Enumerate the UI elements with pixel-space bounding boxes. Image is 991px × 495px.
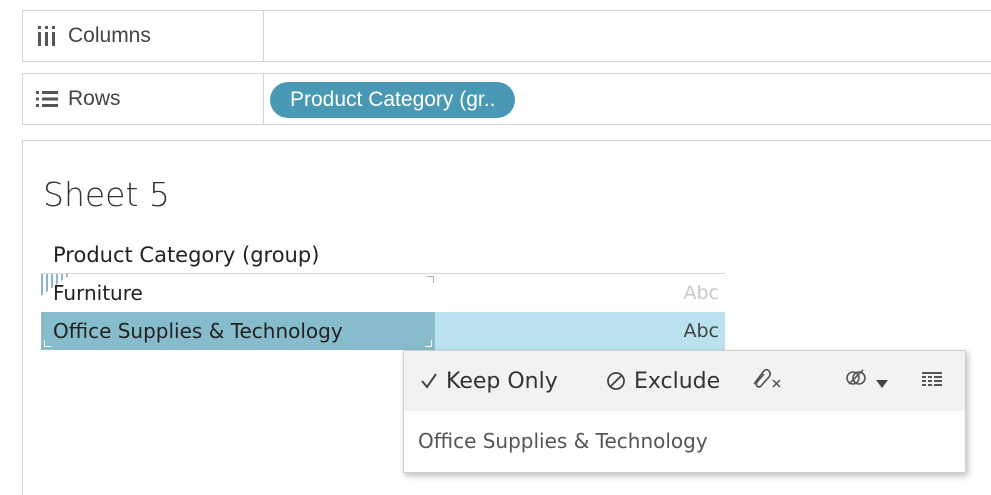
tooltip-toolbar: Keep Only Exclude xyxy=(404,351,965,411)
row-value[interactable]: Abc xyxy=(435,312,725,350)
table-row-selected[interactable]: Office Supplies & Technology Abc xyxy=(41,312,725,350)
exclude-label: Exclude xyxy=(634,368,721,394)
row-value[interactable]: Abc xyxy=(435,274,725,312)
rows-shelf-label: Rows xyxy=(23,74,264,124)
view-data-button[interactable] xyxy=(922,369,942,394)
columns-shelf[interactable]: Columns xyxy=(22,10,991,62)
view-data-icon xyxy=(922,369,942,394)
columns-icon xyxy=(36,26,58,46)
clip-icon xyxy=(749,366,783,396)
row-label-text: Office Supplies & Technology xyxy=(53,319,343,343)
sheet-title: Sheet 5 xyxy=(43,175,170,214)
product-category-pill[interactable]: Product Category (gr.. xyxy=(270,82,516,118)
rows-shelf[interactable]: Rows Product Category (gr.. xyxy=(22,73,991,125)
clip-button[interactable] xyxy=(749,366,783,396)
keep-only-button[interactable]: Keep Only xyxy=(420,369,558,394)
corner-marker xyxy=(44,340,51,347)
check-icon xyxy=(420,372,438,390)
row-label[interactable]: Office Supplies & Technology xyxy=(41,312,435,350)
rows-label-text: Rows xyxy=(68,87,121,110)
exclude-icon xyxy=(606,371,626,391)
corner-marker xyxy=(425,340,432,347)
selection-tooltip: Keep Only Exclude Office Supplies & Tech… xyxy=(403,350,966,473)
columns-shelf-label: Columns xyxy=(23,11,264,61)
row-label[interactable]: Furniture xyxy=(41,274,435,312)
tooltip-selection-text: Office Supplies & Technology xyxy=(418,429,708,453)
data-table: Furniture Abc Office Supplies & Technolo… xyxy=(41,273,725,350)
table-row[interactable]: Furniture Abc xyxy=(41,273,725,312)
column-header[interactable]: Product Category (group) xyxy=(53,243,319,267)
exclude-button[interactable]: Exclude xyxy=(606,369,720,394)
corner-marker xyxy=(427,276,434,283)
group-icon xyxy=(844,366,868,396)
columns-label-text: Columns xyxy=(68,24,151,47)
row-label-text: Furniture xyxy=(53,281,143,305)
group-button[interactable] xyxy=(844,366,888,396)
rows-icon xyxy=(36,90,58,108)
keep-only-label: Keep Only xyxy=(446,368,558,394)
dropdown-icon[interactable] xyxy=(876,369,888,394)
